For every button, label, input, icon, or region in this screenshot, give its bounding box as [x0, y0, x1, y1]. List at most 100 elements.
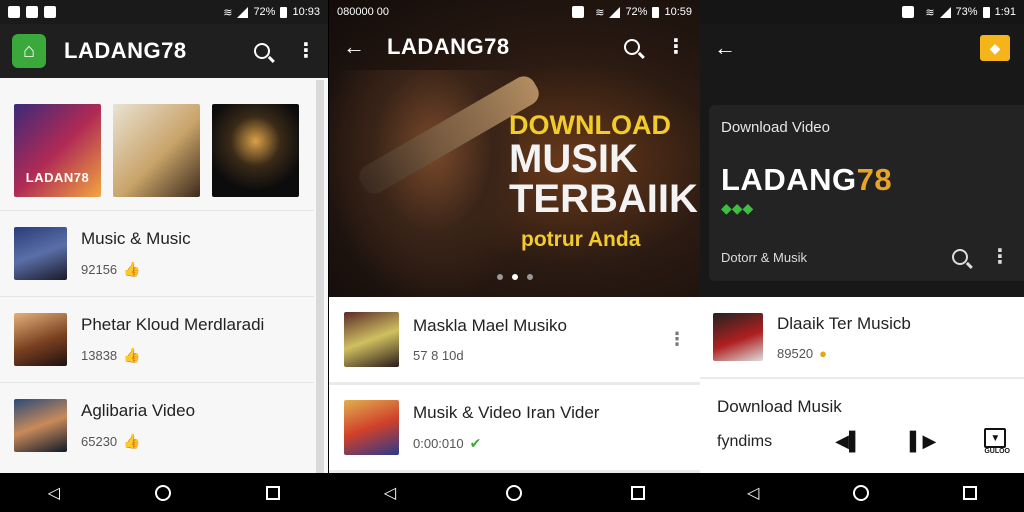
- previous-icon[interactable]: ◀▌: [835, 431, 862, 452]
- list-item[interactable]: Musik & Video Iran Vider 0:00:010 ✔: [329, 385, 700, 473]
- card-footer: Dotorr & Musik: [721, 249, 807, 265]
- list-item[interactable]: Maskla Mael Musiko 57 8 10d ⋮: [329, 297, 700, 385]
- clock: 10:59: [664, 6, 692, 18]
- hero-banner[interactable]: 080000 00 ≋ 72% 10:59 ← LADANG78 ⋮ DOWNL…: [329, 0, 700, 297]
- content-list: Dlaaik Ter Musicb 89520 ● Download Musik …: [700, 297, 1024, 473]
- status-bar: 080000 00 ≋ 72% 10:59: [329, 0, 700, 24]
- notification-icon: [902, 6, 915, 18]
- nav-back-icon[interactable]: ◁: [384, 483, 396, 503]
- battery-percent: 72%: [625, 6, 648, 18]
- hero-line: MUSIK: [509, 137, 638, 181]
- app-bar: ← LADANG78 ⋮: [329, 24, 700, 70]
- brand-number: 78: [856, 162, 893, 197]
- list-item[interactable]: Dlaaik Ter Musicb 89520 ●: [700, 297, 1024, 379]
- thumbs-up-icon: 👍: [123, 261, 141, 277]
- nav-home-icon[interactable]: [853, 484, 870, 501]
- search-icon[interactable]: [952, 249, 968, 265]
- signal-icon: [237, 6, 249, 18]
- system-nav-bar: ◁: [700, 473, 1024, 512]
- clock: 10:93: [292, 6, 320, 18]
- hero-headline: DOWNLOAD MUSIK TERBAIIK potrur Anda: [509, 110, 698, 251]
- app-title: LADANG78: [387, 34, 510, 59]
- track-title: Phetar Kloud Merdlaradi: [81, 315, 265, 334]
- search-icon[interactable]: [624, 39, 640, 55]
- signal-icon: [609, 6, 621, 18]
- download-label[interactable]: Download Musik: [717, 397, 842, 417]
- wifi-icon: ≋: [223, 6, 233, 19]
- notification-icon: [44, 6, 56, 18]
- card-label: Download Video: [721, 119, 830, 136]
- overflow-menu-icon[interactable]: ⋮: [990, 247, 1010, 267]
- item-menu-icon[interactable]: ⋮: [668, 329, 686, 350]
- track-count: 13838: [81, 348, 118, 363]
- track-title: Music & Music: [81, 229, 191, 248]
- scrollbar[interactable]: [316, 80, 324, 473]
- search-icon[interactable]: [254, 43, 270, 59]
- nav-home-icon[interactable]: [155, 484, 172, 501]
- track-thumbnail: [14, 313, 67, 366]
- page-dot[interactable]: [496, 274, 503, 280]
- phone-screen-1: ≋ 72% 10:93 ⌂ LADANG78 ⋮ LADAN78 Music &…: [0, 0, 328, 473]
- page-dot-active[interactable]: [511, 274, 518, 280]
- overflow-menu-icon[interactable]: ⋮: [666, 37, 686, 57]
- nav-back-icon[interactable]: ◁: [48, 483, 60, 503]
- app-bar: ← ◆: [700, 24, 1024, 72]
- download-icon[interactable]: ▼: [984, 428, 1007, 448]
- track-count: 65230: [81, 434, 118, 449]
- carousel-indicator: [496, 274, 533, 280]
- nav-recents-icon[interactable]: [963, 485, 978, 500]
- next-icon[interactable]: ▌▶: [910, 431, 937, 452]
- app-bar: ⌂ LADANG78 ⋮: [0, 24, 328, 78]
- track-thumbnail: [344, 312, 399, 367]
- hero-line: TERBAIIK: [509, 177, 698, 221]
- app-title: LADANG78: [64, 38, 187, 63]
- system-nav-bar: ◁: [0, 473, 328, 512]
- hero-line: DOWNLOAD: [509, 110, 671, 140]
- controls-label: fyndims: [717, 432, 773, 450]
- list-item[interactable]: Music & Music 92156 👍: [0, 210, 314, 296]
- battery-icon: [982, 6, 990, 18]
- album-card[interactable]: [113, 104, 200, 197]
- signal-icon: [939, 6, 951, 18]
- phone-screen-2: 080000 00 ≋ 72% 10:59 ← LADANG78 ⋮ DOWNL…: [329, 0, 700, 473]
- coin-icon: ●: [819, 345, 828, 361]
- nav-home-icon[interactable]: [505, 484, 522, 501]
- wifi-icon: ≋: [595, 6, 605, 19]
- battery-percent: 73%: [955, 6, 978, 18]
- album-carousel: LADAN78: [14, 104, 299, 197]
- list-item[interactable]: Phetar Kloud Merdlaradi 13838 👍: [0, 296, 314, 382]
- home-button[interactable]: ⌂: [12, 34, 46, 68]
- overflow-menu-icon[interactable]: ⋮: [296, 41, 316, 61]
- track-list: Maskla Mael Musiko 57 8 10d ⋮ Musik & Vi…: [329, 297, 700, 473]
- track-meta: 0:00:010: [413, 436, 464, 451]
- list-item[interactable]: Aglibaria Video 65230 👍: [0, 382, 314, 468]
- verified-check-icon: ✔: [469, 435, 482, 451]
- thumbs-up-icon: 👍: [123, 347, 141, 363]
- track-meta: 57 8 10d: [413, 348, 464, 363]
- status-bar: ≋ 72% 10:93: [0, 0, 328, 24]
- nav-back-icon[interactable]: ◁: [747, 483, 759, 503]
- album-card[interactable]: [212, 104, 299, 197]
- feature-card[interactable]: Download Video LADANG78 ◆◆◆ Dotorr & Mus…: [709, 105, 1024, 281]
- track-thumbnail: [344, 400, 399, 455]
- album-card[interactable]: LADAN78: [14, 104, 101, 197]
- album-caption: LADAN78: [25, 170, 90, 185]
- back-arrow-icon[interactable]: ←: [714, 35, 736, 61]
- track-thumbnail: [713, 313, 763, 361]
- brand-name: LADANG: [721, 162, 857, 197]
- battery-icon: [280, 6, 288, 18]
- battery-icon: [652, 6, 660, 18]
- system-nav-bar: ◁: [329, 473, 700, 512]
- notification-icon: [572, 6, 585, 18]
- chat-badge-icon[interactable]: ◆: [980, 35, 1010, 61]
- track-title: Maskla Mael Musiko: [413, 316, 567, 335]
- track-list: Music & Music 92156 👍 Phetar Kloud Merdla…: [0, 210, 314, 468]
- notification-icon: [26, 6, 38, 18]
- nav-recents-icon[interactable]: [631, 485, 646, 500]
- status-text: 080000 00: [337, 6, 389, 18]
- back-arrow-icon[interactable]: ←: [343, 34, 365, 60]
- page-dot[interactable]: [526, 274, 533, 280]
- track-title: Musik & Video Iran Vider: [413, 403, 600, 422]
- player-controls: fyndims ◀▌ ▌▶ ▼ GULOO: [717, 428, 1010, 455]
- nav-recents-icon[interactable]: [266, 485, 281, 500]
